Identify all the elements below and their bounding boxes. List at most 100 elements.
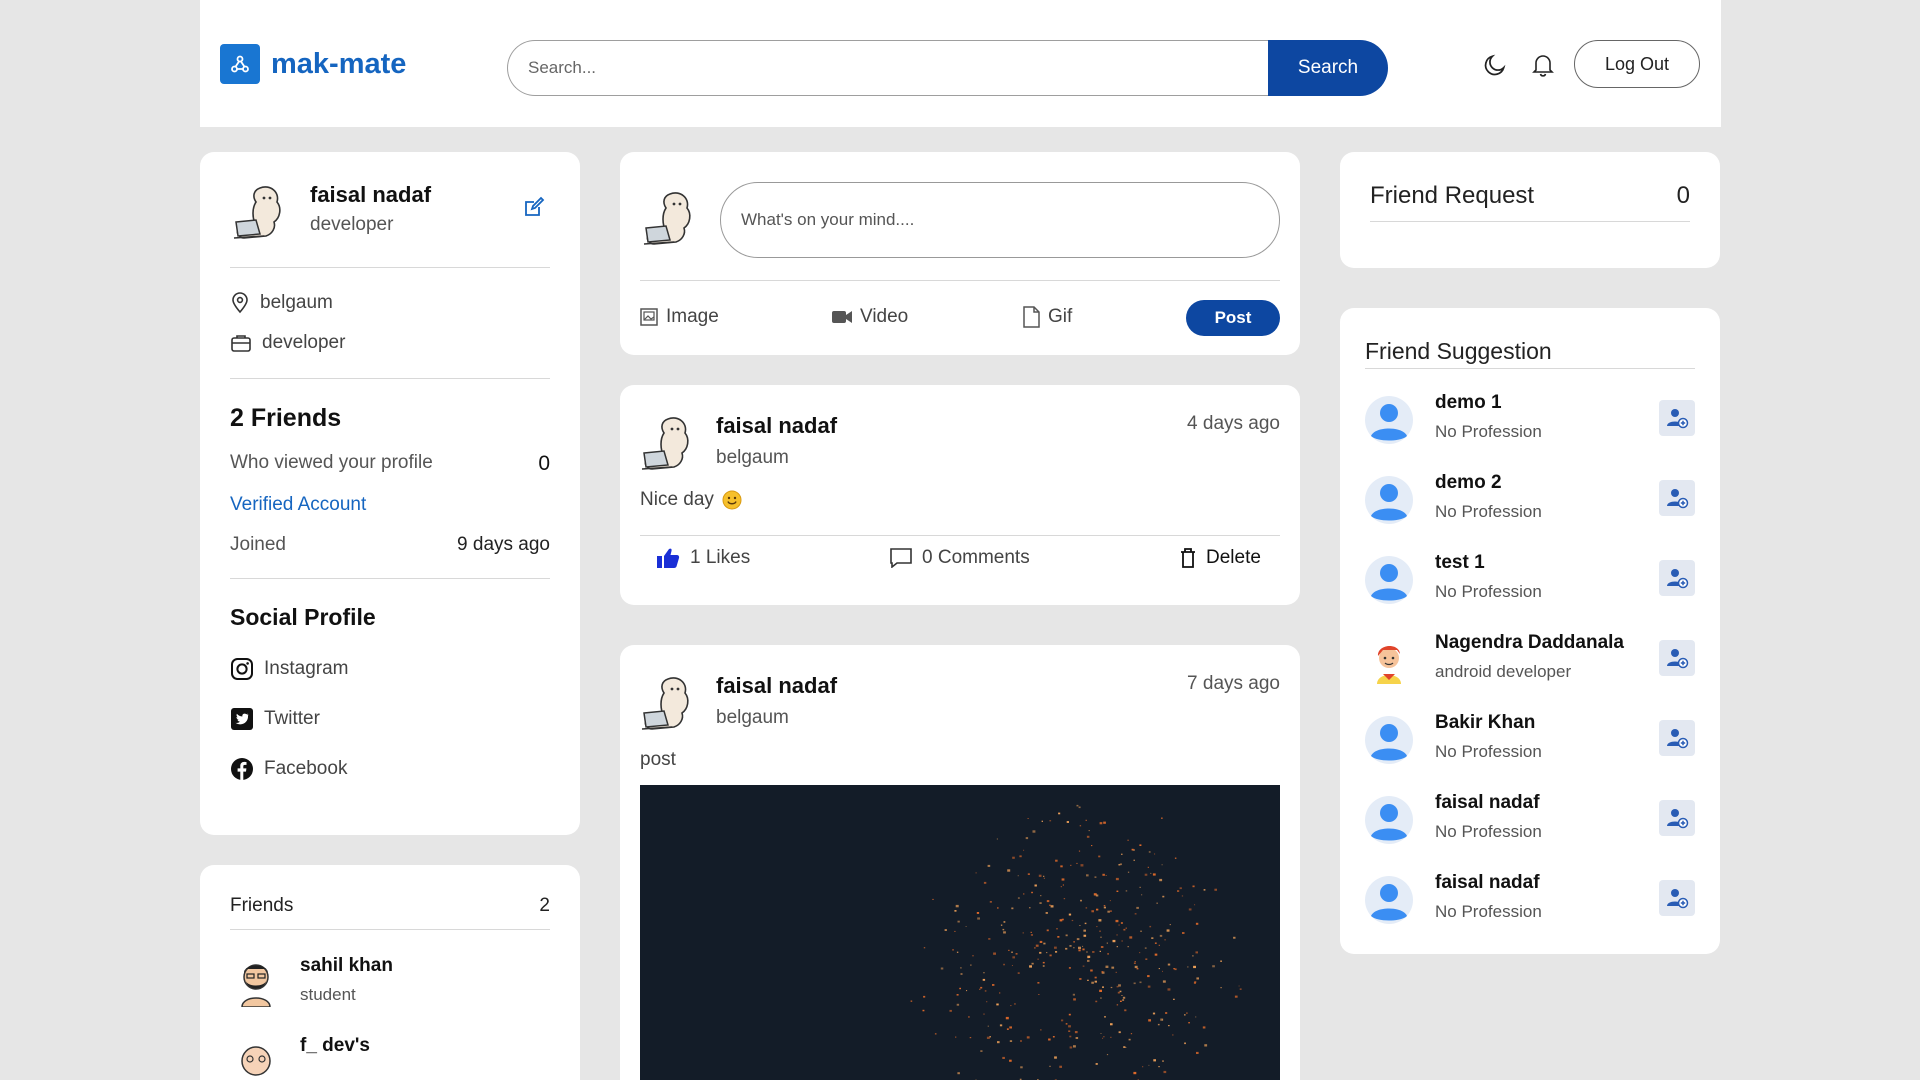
list-item[interactable]: sahil khan student [230, 955, 393, 1007]
profile-card: faisal nadaf developer belgaum developer… [200, 152, 580, 835]
add-friend-button[interactable] [1659, 560, 1695, 596]
social-instagram[interactable]: Instagram [230, 657, 348, 681]
app-logo[interactable]: mak-mate [220, 44, 406, 84]
spark-particle [1120, 1000, 1122, 1002]
suggestion-name[interactable]: faisal nadaf [1435, 872, 1540, 894]
spark-particle [1121, 995, 1123, 996]
spark-particle [986, 1001, 988, 1003]
spark-particle [1061, 1019, 1064, 1022]
spark-particle [1042, 961, 1045, 964]
spark-particle [1096, 926, 1098, 928]
spark-particle [1103, 906, 1106, 909]
spark-particle [1107, 953, 1109, 955]
suggestion-name[interactable]: Bakir Khan [1435, 712, 1535, 734]
suggestion-name[interactable]: faisal nadaf [1435, 792, 1540, 814]
add-friend-button[interactable] [1659, 640, 1695, 676]
add-video-button[interactable]: Video [832, 306, 908, 328]
post-author-avatar[interactable] [638, 413, 700, 475]
spark-particle [956, 994, 959, 996]
spark-particle [1107, 910, 1110, 913]
spark-particle [1181, 895, 1184, 897]
suggestion-name[interactable]: demo 1 [1435, 392, 1502, 414]
bell-icon[interactable] [1528, 50, 1558, 80]
like-button[interactable]: 1 Likes [656, 547, 750, 569]
post-author-avatar[interactable] [638, 673, 700, 735]
add-image-button[interactable]: Image [640, 306, 719, 328]
search-input[interactable] [507, 40, 1268, 96]
suggestion-name[interactable]: demo 2 [1435, 472, 1502, 494]
social-facebook[interactable]: Facebook [230, 757, 347, 781]
add-friend-button[interactable] [1659, 720, 1695, 756]
spark-particle [1031, 891, 1033, 894]
comment-icon [890, 548, 912, 568]
add-friend-button[interactable] [1659, 880, 1695, 916]
spark-particle [977, 917, 980, 920]
spark-particle [989, 1036, 991, 1038]
list-item[interactable]: f_ dev's [230, 1035, 370, 1080]
social-twitter[interactable]: Twitter [230, 707, 320, 731]
spark-particle [1029, 907, 1031, 909]
add-friend-button[interactable] [1659, 800, 1695, 836]
image-label: Image [666, 306, 719, 327]
add-gif-button[interactable]: Gif [1022, 306, 1072, 328]
spark-particle [1058, 812, 1061, 815]
spark-particle [1133, 1071, 1137, 1075]
spark-particle [993, 952, 996, 955]
spark-particle [1007, 869, 1011, 872]
post-author-name[interactable]: faisal nadaf [716, 673, 837, 699]
add-user-icon [1665, 806, 1689, 830]
edit-profile-icon[interactable] [523, 196, 545, 223]
spark-particle [1103, 821, 1106, 824]
profile-avatar[interactable] [230, 182, 292, 244]
spark-particle [965, 926, 967, 927]
spark-particle [1020, 1066, 1023, 1069]
search-button[interactable]: Search [1268, 40, 1388, 96]
spark-particle [1122, 996, 1126, 999]
post-text-input[interactable] [720, 182, 1280, 258]
verified-account-link[interactable]: Verified Account [230, 494, 366, 516]
spark-particle [1127, 871, 1130, 873]
spark-particle [1061, 878, 1065, 881]
suggestion-name[interactable]: test 1 [1435, 552, 1485, 574]
likes-count: 1 Likes [690, 547, 751, 568]
spark-particle [1150, 872, 1152, 874]
spark-particle [1116, 985, 1119, 988]
spark-particle [1073, 1045, 1076, 1048]
suggestion-name[interactable]: Nagendra Daddanala [1435, 632, 1624, 654]
spark-particle [1078, 806, 1081, 809]
add-friend-button[interactable] [1659, 480, 1695, 516]
social-label: Instagram [264, 658, 349, 679]
spark-particle [1173, 998, 1175, 1000]
comment-button[interactable]: 0 Comments [890, 547, 1030, 569]
spark-particle [1169, 924, 1171, 926]
spark-particle [1094, 876, 1097, 878]
spark-particle [956, 951, 959, 953]
spark-particle [1116, 890, 1119, 892]
spark-particle [1076, 938, 1080, 941]
suggestion-item: demo 1 No Profession [1365, 392, 1695, 452]
spark-particle [968, 1016, 970, 1018]
spark-particle [1046, 952, 1048, 954]
joined-row: Joined 9 days ago [230, 534, 550, 556]
spark-particle [1106, 1054, 1109, 1056]
delete-post-button[interactable]: Delete [1180, 547, 1261, 569]
spark-particle [1055, 951, 1058, 953]
dark-mode-icon[interactable] [1480, 50, 1510, 80]
spark-particle [1172, 1034, 1174, 1036]
post-image[interactable] [640, 785, 1280, 1080]
spark-particle [1008, 949, 1010, 951]
post-author-name[interactable]: faisal nadaf [716, 413, 837, 439]
spark-particle [1094, 976, 1097, 979]
spark-particle [1167, 963, 1171, 966]
sparks-image [910, 804, 1242, 1080]
add-friend-button[interactable] [1659, 400, 1695, 436]
post-card: faisal nadaf belgaum 4 days ago Nice day… [620, 385, 1300, 605]
spark-particle [1076, 862, 1078, 864]
divider [230, 267, 550, 268]
divider [230, 378, 550, 379]
logout-button[interactable]: Log Out [1574, 40, 1700, 88]
spark-particle [1082, 945, 1084, 947]
post-button[interactable]: Post [1186, 300, 1280, 336]
spark-particle [1128, 1038, 1131, 1041]
spark-particle [1116, 1004, 1119, 1006]
